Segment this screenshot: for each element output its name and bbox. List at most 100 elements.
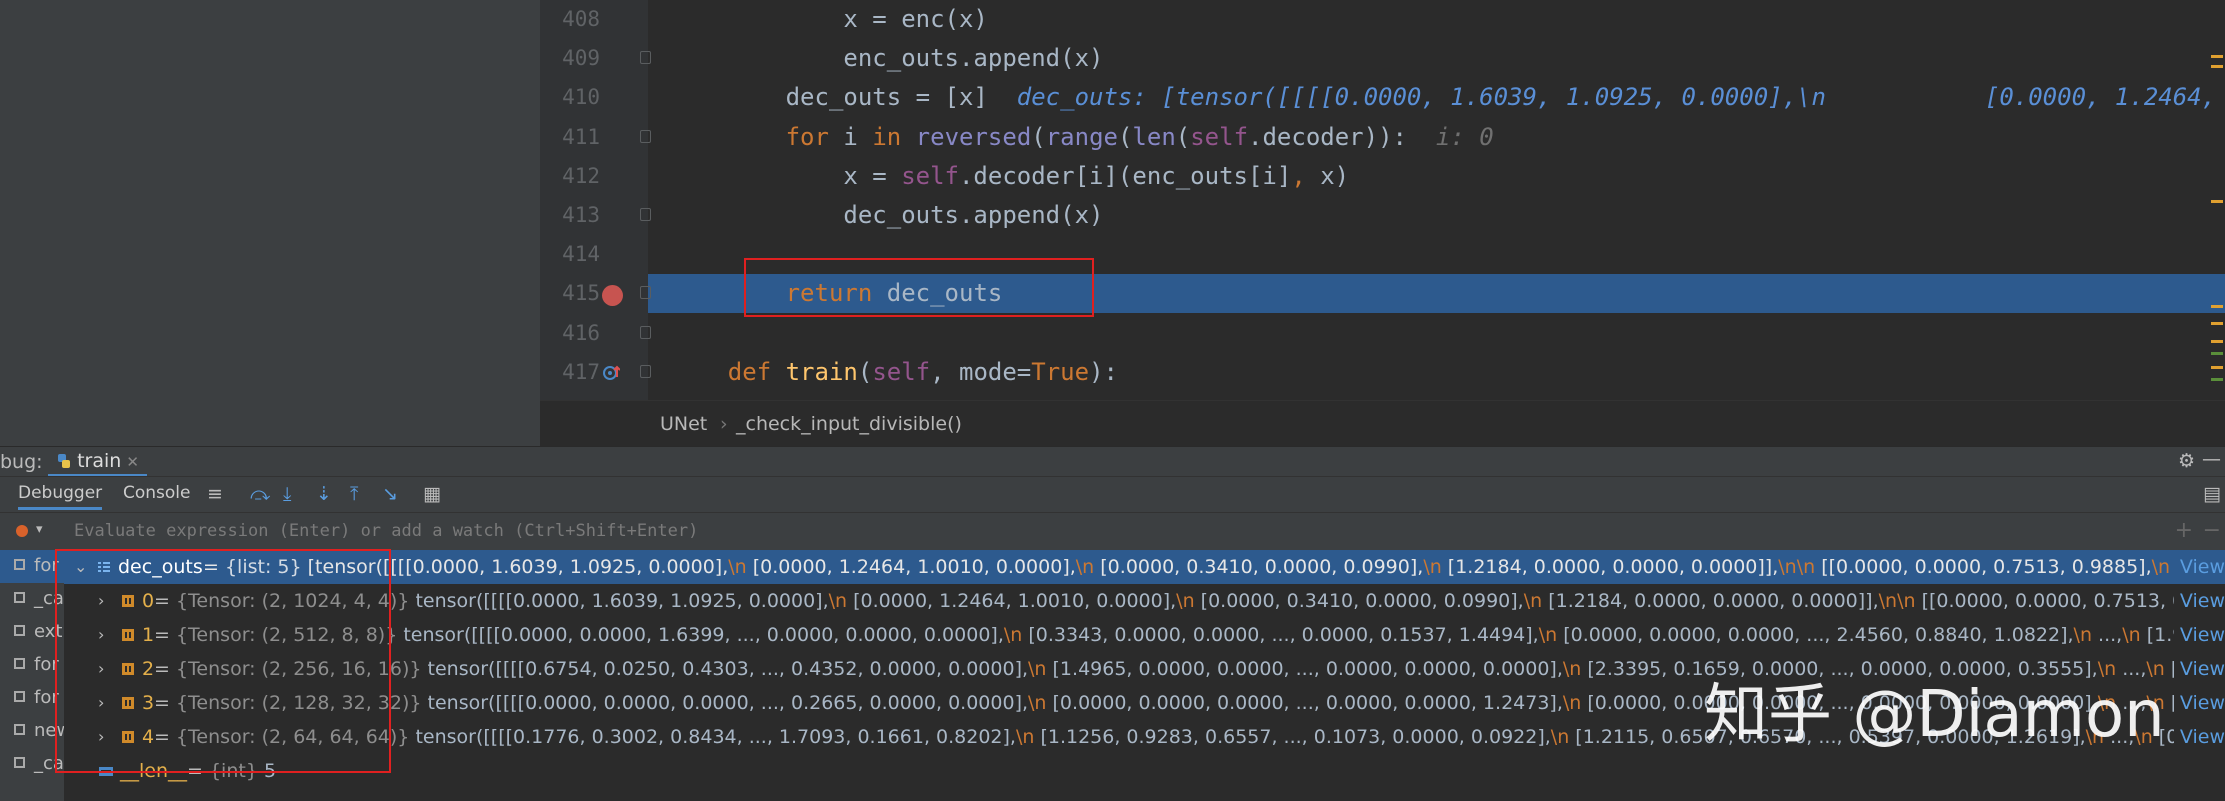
view-link[interactable]: View xyxy=(2173,686,2225,720)
code-text[interactable]: for i in reversed(range(len(self.decoder… xyxy=(670,118,1494,157)
fold-marker-icon[interactable] xyxy=(640,51,651,65)
frame-icon xyxy=(14,757,25,768)
view-link[interactable]: View xyxy=(2173,720,2225,754)
newline-escape: \n xyxy=(2073,624,2092,646)
code-line[interactable]: 408 x = enc(x) xyxy=(540,0,2225,39)
fold-marker-icon[interactable] xyxy=(640,286,651,300)
run-to-cursor-icon[interactable]: ↘ xyxy=(382,483,398,505)
fold-marker-icon[interactable] xyxy=(640,364,651,378)
line-number: 417 xyxy=(562,359,600,384)
code-text[interactable]: enc_outs.append(x) xyxy=(670,39,1103,78)
layout-icon[interactable]: ▤ xyxy=(2203,483,2221,505)
code-token: x = xyxy=(670,161,902,190)
code-token: x) xyxy=(1305,161,1350,190)
tab-debugger[interactable]: Debugger xyxy=(18,483,103,510)
gear-icon[interactable]: ⚙ xyxy=(2178,450,2195,472)
view-link[interactable]: View xyxy=(2173,618,2225,652)
newline-escape: \n xyxy=(1176,590,1195,612)
session-tab-label: train xyxy=(77,450,122,472)
step-into-my-code-icon[interactable]: ⇣ xyxy=(316,483,332,505)
view-link[interactable]: View xyxy=(2173,584,2225,618)
code-token: for xyxy=(785,122,829,151)
code-line[interactable]: 411 for i in reversed(range(len(self.dec… xyxy=(540,118,2225,157)
frame-icon xyxy=(14,625,25,636)
code-token: self xyxy=(872,357,931,386)
code-editor[interactable]: 408 x = enc(x) 409 enc_outs.append(x) 410 … xyxy=(540,0,2225,446)
menu-icon[interactable]: ≡ xyxy=(207,483,223,505)
code-text[interactable]: dec_outs.append(x) xyxy=(670,196,1103,235)
variable-details: = {list: 5} [tensor([[[[0.0000, 1.6039, … xyxy=(203,550,2225,584)
step-out-icon[interactable]: ⤒ xyxy=(350,483,358,505)
code-text[interactable]: x = enc(x) xyxy=(670,0,988,39)
tab-train-session[interactable]: train ✕ xyxy=(48,447,147,477)
watch-input[interactable]: Evaluate expression (Enter) or add a wat… xyxy=(74,521,698,541)
code-line[interactable]: 413 dec_outs.append(x) xyxy=(540,196,2225,235)
line-number: 412 xyxy=(562,163,600,188)
code-line[interactable]: 410 dec_outs = [x] dec_outs: [tensor([[[… xyxy=(540,78,2225,117)
minimize-icon[interactable]: — xyxy=(2202,448,2221,470)
override-method-icon[interactable] xyxy=(602,364,620,382)
line-number: 414 xyxy=(562,242,600,267)
code-token: .decoder[i](enc_outs[i] xyxy=(958,161,1292,190)
code-text[interactable]: dec_outs = [x] dec_outs: [tensor([[[[0.0… xyxy=(670,78,2225,117)
line-number: 409 xyxy=(562,46,600,71)
newline-escape: \n xyxy=(728,556,747,578)
fold-marker-icon[interactable] xyxy=(640,325,651,339)
minus-icon[interactable]: − xyxy=(2203,518,2221,543)
inline-debug-value: i: 0 xyxy=(1435,122,1494,151)
line-number: 411 xyxy=(562,124,600,149)
table-view-icon[interactable]: ▦ xyxy=(423,483,441,505)
fold-marker-icon[interactable] xyxy=(640,208,651,221)
code-token: ( xyxy=(1175,122,1191,151)
code-token: .decoder)): xyxy=(1248,122,1436,151)
code-token: def xyxy=(727,357,772,386)
code-line[interactable]: 416 xyxy=(540,314,2225,353)
code-text[interactable]: def train(self, mode=True): xyxy=(670,353,1118,392)
code-token: len xyxy=(1132,122,1176,151)
dropdown-chevron-icon[interactable]: ▾ xyxy=(36,522,43,537)
breadcrumb-method[interactable]: _check_input_divisible() xyxy=(736,413,962,435)
watch-expression-bar[interactable]: ▾ Evaluate expression (Enter) or add a w… xyxy=(0,512,2225,551)
code-token: enc_outs.append(x) xyxy=(670,44,1104,73)
code-token: range xyxy=(1045,122,1118,151)
view-link[interactable]: View xyxy=(2173,652,2225,686)
code-line[interactable]: 417 def train(self, mode=True): xyxy=(540,353,2225,392)
newline-escape: \n xyxy=(1550,726,1570,748)
code-line[interactable]: 412 x = self.decoder[i](enc_outs[i], x) xyxy=(540,157,2225,196)
variable-details: = {Tensor: (2, 512, 8, 8)} tensor([[[[0.… xyxy=(154,618,2225,652)
code-token: x = enc(x) xyxy=(670,5,988,33)
newline-escape: \n xyxy=(1028,658,1047,680)
newline-escape: \n xyxy=(1015,726,1035,748)
breakpoint-icon[interactable] xyxy=(602,285,623,306)
newline-escape: \n xyxy=(1796,556,1816,578)
code-text[interactable]: x = self.decoder[i](enc_outs[i], x) xyxy=(670,157,1349,196)
breadcrumb-separator-icon: › xyxy=(720,413,728,435)
breadcrumb-class[interactable]: UNet xyxy=(660,413,707,435)
step-into-icon[interactable]: ⤓ xyxy=(283,483,291,505)
newline-escape: \n xyxy=(1562,692,1582,714)
breadcrumb[interactable]: UNet › _check_input_divisible() xyxy=(540,400,2225,447)
variable-value: [tensor([[[[0.0000, 1.6039, 1.0925, 0.00… xyxy=(307,556,2225,578)
record-icon[interactable] xyxy=(16,525,28,537)
newline-escape: \n xyxy=(1778,556,1797,578)
view-link[interactable]: View xyxy=(2173,550,2225,584)
frame-icon xyxy=(14,559,25,570)
newline-escape: \n xyxy=(1538,624,1558,646)
line-number: 415 xyxy=(562,281,600,306)
watermark: 知乎 @Diamon xyxy=(1704,678,2165,752)
frame-icon xyxy=(14,691,25,702)
close-icon[interactable]: ✕ xyxy=(126,453,139,471)
code-line[interactable]: 409 enc_outs.append(x) xyxy=(540,39,2225,78)
fold-marker-icon[interactable] xyxy=(640,129,651,143)
editor-scroll-markers[interactable] xyxy=(2209,0,2225,400)
code-token: self xyxy=(901,161,959,190)
tab-console[interactable]: Console xyxy=(123,483,191,503)
variable-value: tensor([[[[0.0000, 1.6039, 1.0925, 0.000… xyxy=(415,590,2225,612)
add-watch-icon[interactable]: + xyxy=(2175,518,2193,543)
line-number: 413 xyxy=(562,203,600,227)
step-over-icon[interactable]: ⤼ xyxy=(250,483,270,505)
frame-icon xyxy=(14,724,25,735)
code-token: ( xyxy=(857,357,873,386)
